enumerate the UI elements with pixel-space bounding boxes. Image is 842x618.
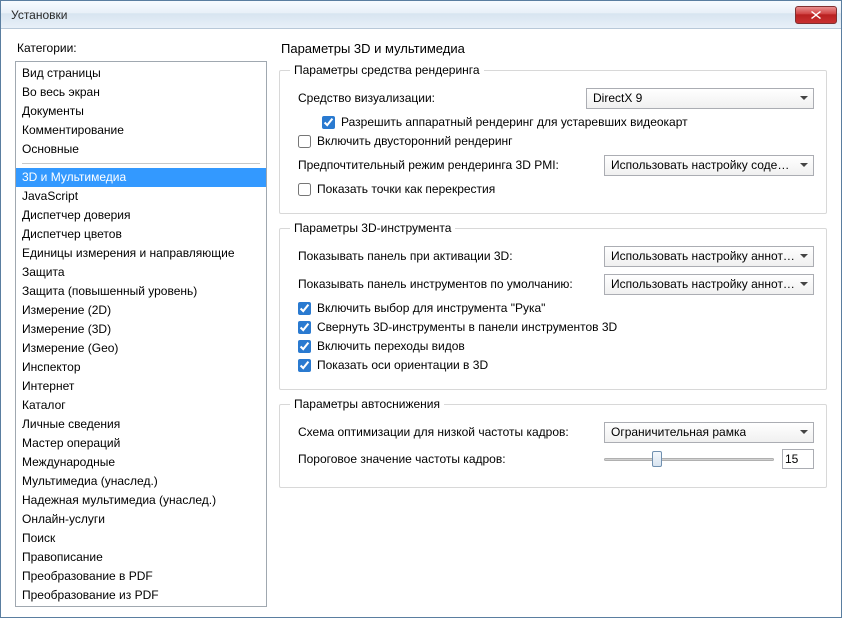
category-item[interactable]: Защита [16,263,266,282]
category-item[interactable]: Комментирование [16,121,266,140]
view-transitions-checkbox[interactable] [298,340,311,353]
pmi-label: Предпочтительный режим рендеринга 3D PMI… [298,158,569,172]
category-item[interactable]: Правописание [16,548,266,567]
panel-activate-label: Показывать панель при активации 3D: [298,249,523,263]
pmi-select[interactable]: Использовать настройку содержимого [604,155,814,176]
visualizer-label: Средство визуализации: [298,91,445,105]
category-item[interactable]: Инспектор [16,358,266,377]
settings-panel: Параметры 3D и мультимедиа Параметры сре… [279,41,831,607]
categories-column: Категории: Вид страницыВо весь экранДоку… [15,41,267,607]
category-item[interactable]: Во весь экран [16,83,266,102]
orientation-axes-label[interactable]: Показать оси ориентации в 3D [317,358,488,372]
categories-label: Категории: [15,41,267,55]
category-item[interactable]: Мастер операций [16,434,266,453]
hw-render-label[interactable]: Разрешить аппаратный рендеринг для устар… [341,115,688,129]
crosshair-label[interactable]: Показать точки как перекрестия [317,182,495,196]
categories-listbox[interactable]: Вид страницыВо весь экранДокументыКоммен… [15,61,267,607]
orientation-axes-checkbox[interactable] [298,359,311,372]
category-item[interactable]: Защита (повышенный уровень) [16,282,266,301]
panel-activate-select[interactable]: Использовать настройку аннотаций [604,246,814,267]
category-item[interactable]: Документы [16,102,266,121]
category-item[interactable]: Международные [16,453,266,472]
category-item[interactable]: Вид страницы [16,64,266,83]
category-item[interactable]: Личные сведения [16,415,266,434]
two-side-checkbox[interactable] [298,135,311,148]
category-item[interactable]: Измерение (2D) [16,301,266,320]
category-item[interactable]: Интернет [16,377,266,396]
crosshair-checkbox[interactable] [298,183,311,196]
group-tool-legend: Параметры 3D-инструмента [290,221,455,235]
scheme-label: Схема оптимизации для низкой частоты кад… [298,425,579,439]
category-item[interactable]: Измерение (3D) [16,320,266,339]
category-item[interactable]: Диспетчер доверия [16,206,266,225]
default-toolbar-select[interactable]: Использовать настройку аннотаций [604,274,814,295]
dialog-body: Категории: Вид страницыВо весь экранДоку… [1,29,841,617]
category-item[interactable]: Поиск [16,529,266,548]
hand-select-checkbox[interactable] [298,302,311,315]
two-side-label[interactable]: Включить двусторонний рендеринг [317,134,513,148]
category-item[interactable]: Единицы измерения и направляющие [16,244,266,263]
threshold-input[interactable] [782,449,814,469]
collapse-tools-checkbox[interactable] [298,321,311,334]
category-item[interactable]: Диспетчер цветов [16,225,266,244]
category-item[interactable]: JavaScript [16,187,266,206]
group-auto-legend: Параметры автоснижения [290,397,444,411]
group-render: Параметры средства рендеринга Средство в… [279,70,827,214]
collapse-tools-label[interactable]: Свернуть 3D-инструменты в панели инструм… [317,320,617,334]
visualizer-select[interactable]: DirectX 9 [586,88,814,109]
category-item[interactable]: Преобразование из PDF [16,586,266,605]
titlebar: Установки [1,1,841,29]
window-title: Установки [11,8,795,22]
category-item[interactable]: Основные [16,140,266,159]
preferences-window: Установки Категории: Вид страницыВо весь… [0,0,842,618]
group-tool: Параметры 3D-инструмента Показывать пане… [279,228,827,390]
default-toolbar-label: Показывать панель инструментов по умолча… [298,277,583,291]
category-item[interactable]: Преобразование в PDF [16,567,266,586]
threshold-slider[interactable] [604,449,774,469]
category-separator [22,163,260,164]
threshold-label: Пороговое значение частоты кадров: [298,452,516,466]
group-render-legend: Параметры средства рендеринга [290,63,484,77]
view-transitions-label[interactable]: Включить переходы видов [317,339,465,353]
group-auto: Параметры автоснижения Схема оптимизации… [279,404,827,488]
hw-render-checkbox[interactable] [322,116,335,129]
category-item[interactable]: Онлайн-услуги [16,510,266,529]
slider-thumb[interactable] [652,451,662,467]
category-item[interactable]: Мультимедиа (унаслед.) [16,472,266,491]
page-title: Параметры 3D и мультимедиа [279,41,827,56]
close-button[interactable] [795,6,837,24]
category-item[interactable]: Надежная мультимедиа (унаслед.) [16,491,266,510]
hand-select-label[interactable]: Включить выбор для инструмента "Рука" [317,301,545,315]
category-item[interactable]: Измерение (Geo) [16,339,266,358]
scheme-select[interactable]: Ограничительная рамка [604,422,814,443]
category-item[interactable]: 3D и Мультимедиа [16,168,266,187]
category-item[interactable]: Каталог [16,396,266,415]
close-icon [811,11,821,19]
